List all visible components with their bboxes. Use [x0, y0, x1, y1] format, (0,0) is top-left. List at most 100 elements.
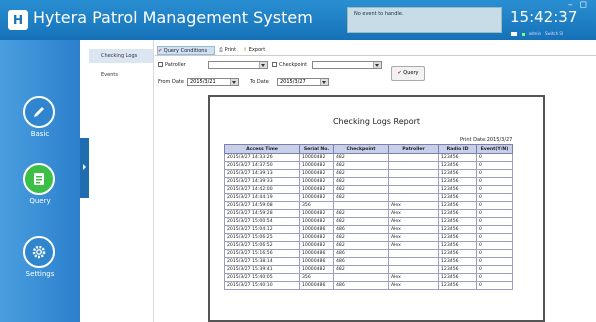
table-cell — [388, 169, 439, 178]
column-header: Radio ID — [438, 144, 477, 154]
report-table: Access Time Serial No. Checkpoint Patroller… — [224, 144, 513, 290]
nav-settings-button[interactable] — [23, 236, 55, 268]
window-controls[interactable]: – ◻ — [568, 0, 589, 10]
table-cell: 2015/3/27 15:06:25 — [224, 233, 300, 242]
user-name: admin — [528, 31, 542, 36]
table-cell — [388, 257, 439, 266]
table-cell: 10000482 — [299, 153, 334, 162]
printer-icon: ⎙ — [219, 47, 224, 53]
table-cell: 123456 — [438, 209, 477, 218]
table-row: 2015/3/27 15:06:52 10000482 482 Alex 123456 0 — [224, 241, 513, 250]
table-row: 2015/3/27 15:00:54 10000482 482 Alex 123456 0 — [224, 217, 513, 226]
report-viewer[interactable]: Checking Logs Report Print Date:2015/3/2… — [208, 95, 545, 322]
from-date-picker[interactable]: 2015/3/21 — [187, 78, 239, 86]
table-row: 2015/3/27 15:40:10 10000486 486 Alex 123456 0 — [224, 281, 513, 290]
table-cell: 0 — [476, 265, 513, 274]
column-header: Event(Y/N) — [476, 144, 513, 154]
table-cell: 486 — [333, 281, 389, 290]
table-cell: 123456 — [438, 265, 477, 274]
app-window: H Hytera Patrol Management System No eve… — [0, 0, 596, 322]
table-cell: 2015/3/27 15:16:56 — [224, 249, 300, 258]
patroller-select[interactable] — [208, 61, 268, 69]
table-row: 2015/3/27 15:40:05 356 Alex 123456 0 — [224, 273, 513, 282]
table-cell: 0 — [476, 217, 513, 226]
query-button[interactable]: ✔ Query — [391, 66, 425, 81]
sub-navigation: Checking Logs Events — [89, 40, 154, 322]
table-cell: 123456 — [438, 257, 477, 266]
table-cell: 0 — [476, 273, 513, 282]
print-button[interactable]: ⎙ Print — [219, 46, 236, 55]
table-cell: 2015/3/27 15:40:10 — [224, 281, 300, 290]
table-cell: 123456 — [438, 233, 477, 242]
table-cell: Alex — [388, 225, 439, 234]
table-cell — [388, 153, 439, 162]
table-row: 2015/3/27 14:42:00 10000482 482 123456 0 — [224, 185, 513, 194]
table-cell: 10000482 — [299, 161, 334, 170]
table-cell: 2015/3/27 15:38:14 — [224, 257, 300, 266]
query-conditions-button[interactable]: ✔ Query Conditions — [157, 46, 215, 55]
table-cell — [388, 265, 439, 274]
table-cell: 123456 — [438, 169, 477, 178]
event-notice: No event to handle. — [347, 7, 502, 33]
title-bar: H Hytera Patrol Management System No eve… — [0, 0, 596, 40]
toolbar: ✔ Query Conditions ⎙ Print ⇪ Export — [155, 46, 596, 56]
table-cell: 482 — [333, 217, 389, 226]
checkpoint-check-icon — [272, 62, 277, 67]
print-date: Print Date:2015/3/27 — [460, 137, 513, 143]
export-icon: ⇪ — [243, 47, 248, 53]
table-row: 2015/3/27 14:59:08 356 Alex 123456 0 — [224, 201, 513, 210]
table-cell: 0 — [476, 193, 513, 202]
patroller-checkbox[interactable]: Patroller — [158, 62, 186, 68]
table-row: 2015/3/27 14:44:19 10000482 482 123456 0 — [224, 193, 513, 202]
switch-button[interactable]: Switch Sl — [545, 31, 563, 36]
gear-icon — [32, 245, 46, 259]
checkpoint-select[interactable] — [312, 61, 382, 69]
table-cell: 482 — [333, 233, 389, 242]
table-row: 2015/3/27 14:37:50 10000482 482 123456 0 — [224, 161, 513, 170]
checkpoint-checkbox[interactable]: Checkpoint — [272, 62, 307, 68]
table-row: 2015/3/27 14:33:26 10000482 482 123456 0 — [224, 153, 513, 162]
table-cell: 0 — [476, 281, 513, 290]
from-date-value: 2015/3/21 — [190, 79, 216, 85]
table-cell: 10000482 — [299, 265, 334, 274]
export-button[interactable]: ⇪ Export — [243, 46, 265, 55]
clock: 15:42:37 — [510, 8, 578, 26]
table-cell: 10000482 — [299, 185, 334, 194]
table-cell: 123456 — [438, 281, 477, 290]
query-conditions-label: Query Conditions — [163, 48, 208, 54]
chevron-down-icon — [375, 64, 379, 67]
table-cell: 123456 — [438, 193, 477, 202]
table-cell: 10000486 — [299, 225, 334, 234]
report-header-row: Access Time Serial No. Checkpoint Patroller… — [224, 144, 513, 154]
nav-query-button[interactable] — [23, 163, 55, 195]
table-cell: 2015/3/27 14:59:28 — [224, 209, 300, 218]
table-row: 2015/3/27 15:06:25 10000482 482 Alex 123456 0 — [224, 233, 513, 242]
print-label: Print — [224, 47, 237, 53]
table-row: 2015/3/27 14:39:33 10000482 482 123456 0 — [224, 177, 513, 186]
table-cell: 0 — [476, 201, 513, 210]
table-row: 2015/3/27 14:39:13 10000482 482 123456 0 — [224, 169, 513, 178]
table-cell: 10000482 — [299, 241, 334, 250]
online-dot-icon — [522, 32, 526, 36]
funnel-icon: ✔ — [158, 48, 163, 54]
table-cell: 482 — [333, 161, 389, 170]
chevron-down-icon — [261, 64, 265, 67]
table-row: 2015/3/27 14:59:28 10000482 482 Alex 123456 0 — [224, 209, 513, 218]
table-cell: 123456 — [438, 201, 477, 210]
nav-basic-button[interactable] — [23, 96, 55, 128]
table-cell: 486 — [333, 257, 389, 266]
table-cell: 482 — [333, 177, 389, 186]
subnav-item-events[interactable]: Events — [89, 68, 153, 82]
table-cell: 2015/3/27 14:44:19 — [224, 193, 300, 202]
table-cell: 123456 — [438, 177, 477, 186]
nav-query-label: Query — [29, 197, 51, 205]
table-cell: Alex — [388, 241, 439, 250]
export-label: Export — [248, 47, 266, 53]
table-cell: Alex — [388, 281, 439, 290]
to-date-picker[interactable]: 2015/3/27 — [277, 78, 329, 86]
to-date-label: To Date — [250, 79, 269, 85]
subnav-item-checking-logs[interactable]: Checking Logs — [89, 49, 153, 63]
table-cell: Alex — [388, 209, 439, 218]
table-cell: 482 — [333, 193, 389, 202]
collapse-handle[interactable] — [80, 138, 89, 198]
